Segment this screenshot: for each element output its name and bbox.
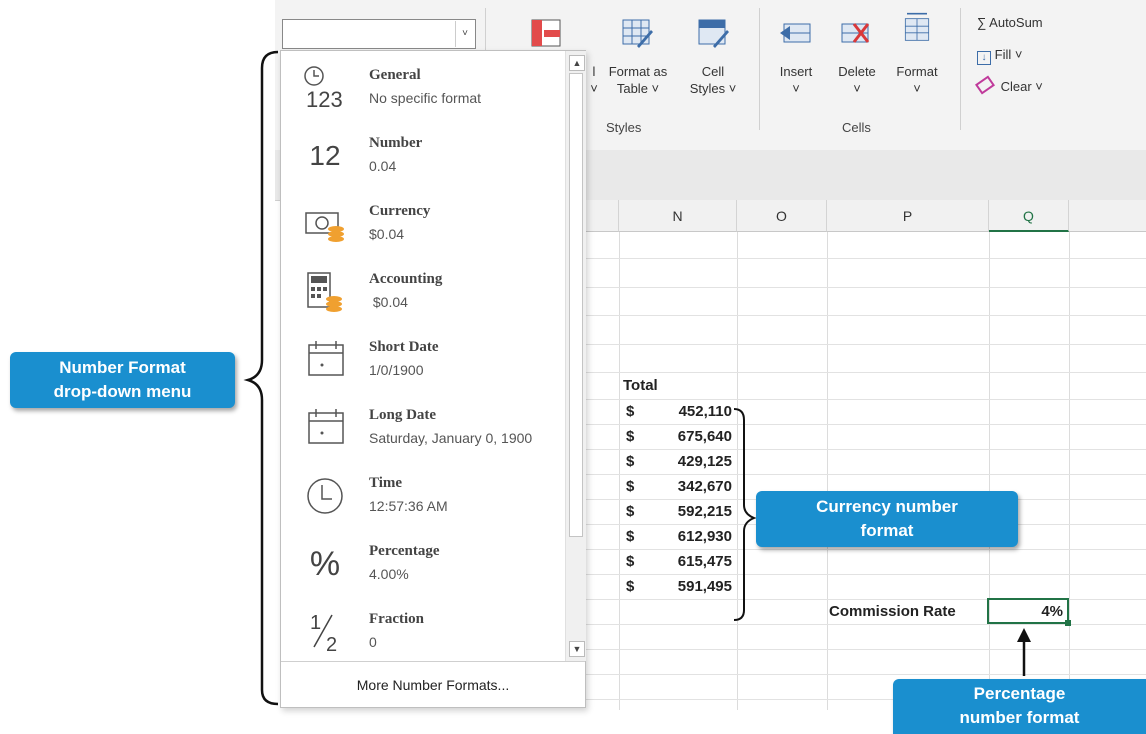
percentage-arrowhead <box>1017 628 1031 642</box>
percentage-format-callout: Percentage number format <box>893 679 1146 734</box>
dropdown-bracket <box>243 50 279 706</box>
currency-format-callout: Currency number format <box>756 491 1018 547</box>
number-format-callout: Number Format drop-down menu <box>10 352 235 408</box>
currency-bracket <box>733 408 757 621</box>
